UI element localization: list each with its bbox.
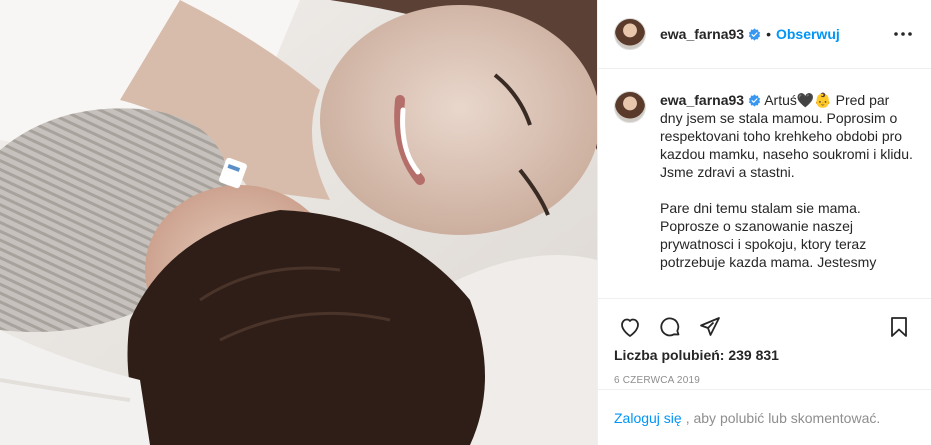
login-link[interactable]: Zaloguj się: [614, 410, 682, 426]
heart-icon[interactable]: [610, 307, 650, 347]
post-photo[interactable]: [0, 0, 597, 445]
login-prompt-text: , aby polubić lub skomentować.: [685, 409, 881, 426]
photo-illustration: [0, 0, 597, 445]
bookmark-icon[interactable]: [879, 307, 919, 347]
follow-button[interactable]: Obserwuj: [776, 26, 840, 42]
caption-username[interactable]: ewa_farna93: [660, 92, 744, 108]
post-date[interactable]: 6 CZERWCA 2019: [598, 375, 931, 386]
caption-author-avatar[interactable]: [614, 91, 646, 123]
header-separator: •: [766, 26, 771, 42]
comments-area[interactable]: ewa_farna93 Artuś🖤👶 Pred par dny jsem se…: [598, 69, 931, 299]
more-dots-icon[interactable]: [891, 22, 915, 46]
post-header: ewa_farna93 • Obserwuj: [598, 0, 931, 69]
post-side-panel: ewa_farna93 • Obserwuj ewa_farna93 Artuś…: [597, 0, 931, 445]
likes-count[interactable]: Liczba polubień: 239 831: [598, 347, 931, 363]
author-avatar[interactable]: [614, 18, 646, 50]
post-actions: [598, 305, 931, 349]
login-prompt: Zaloguj się , aby polubić lub skomentowa…: [598, 389, 931, 445]
caption-text: Artuś🖤👶 Pred par dny jsem se stala mamou…: [660, 92, 913, 270]
verified-badge-icon: [748, 94, 761, 107]
verified-badge-icon: [748, 27, 761, 41]
share-icon[interactable]: [690, 307, 730, 347]
author-username[interactable]: ewa_farna93: [660, 26, 744, 42]
instagram-post: ewa_farna93 • Obserwuj ewa_farna93 Artuś…: [0, 0, 931, 445]
comment-icon[interactable]: [650, 307, 690, 347]
post-caption: ewa_farna93 Artuś🖤👶 Pred par dny jsem se…: [660, 91, 915, 298]
